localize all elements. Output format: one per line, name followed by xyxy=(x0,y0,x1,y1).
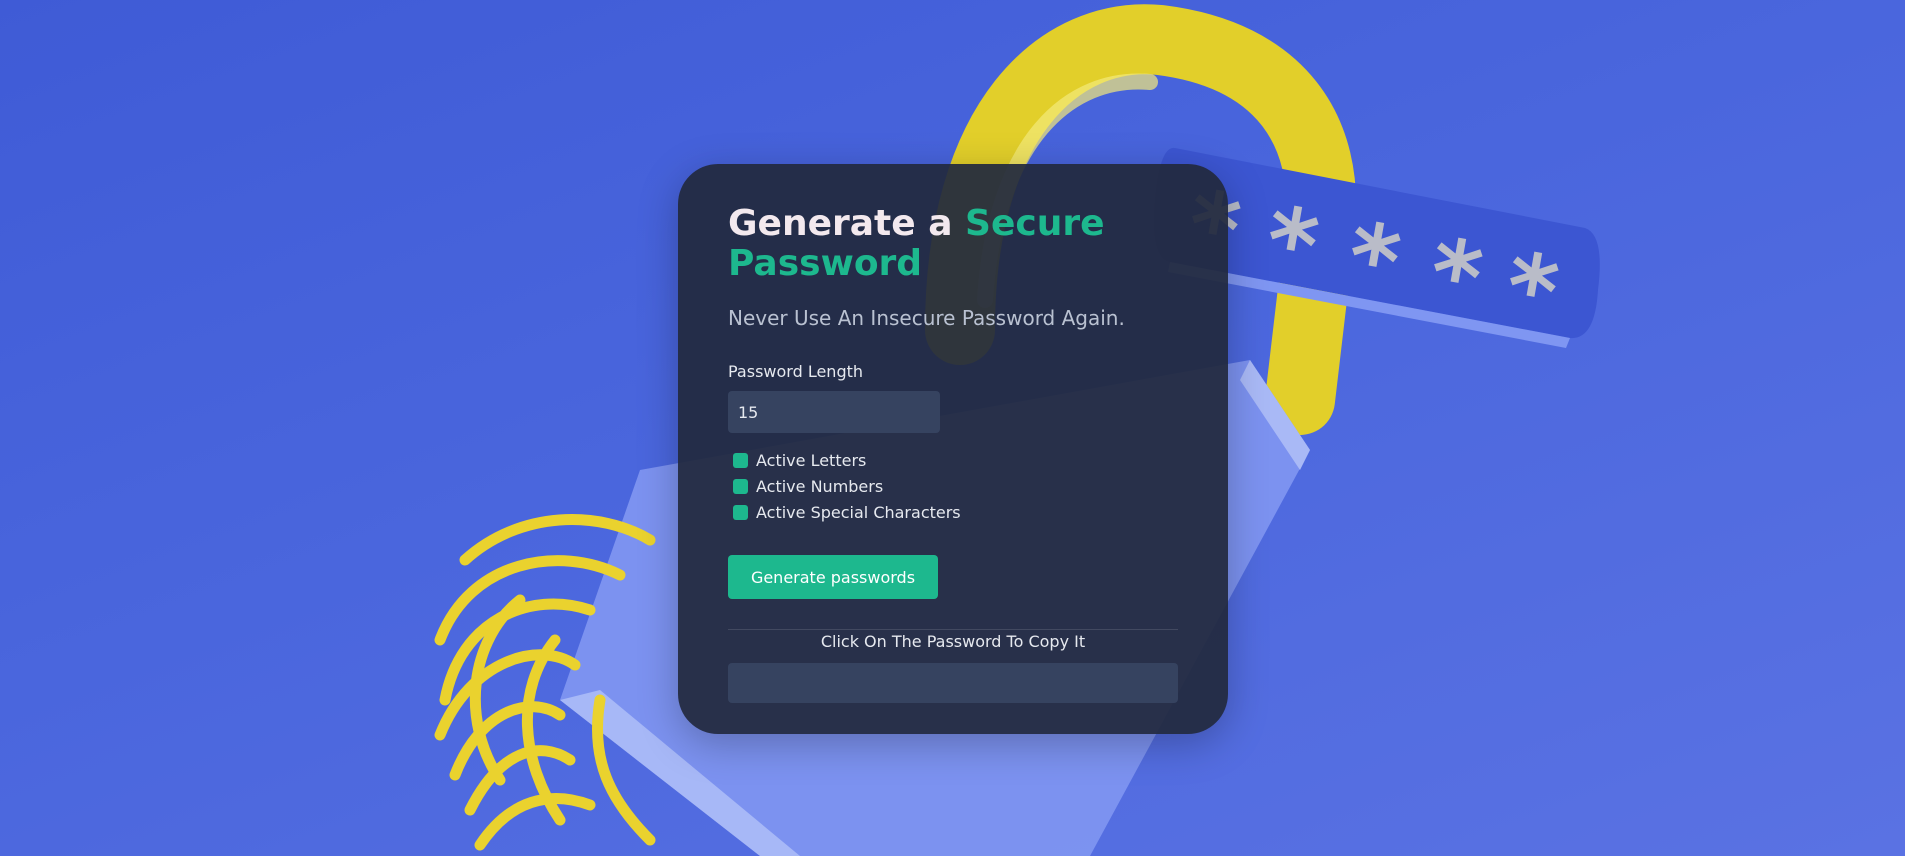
option-letters[interactable]: Active Letters xyxy=(728,447,1178,473)
letters-label: Active Letters xyxy=(756,450,867,470)
password-output-field[interactable] xyxy=(728,663,1178,703)
special-characters-checkbox[interactable] xyxy=(733,504,748,520)
title-text: Generate a xyxy=(728,203,966,244)
password-length-input[interactable] xyxy=(728,391,940,433)
subtitle: Never Use An Insecure Password Again. xyxy=(728,306,1125,330)
password-generator-card: Generate a Secure Password Never Use An … xyxy=(678,164,1228,734)
options-list: Active Letters Active Numbers Active Spe… xyxy=(728,447,1178,525)
generate-passwords-button[interactable]: Generate passwords xyxy=(728,555,938,599)
numbers-checkbox[interactable] xyxy=(733,478,748,494)
password-length-label: Password Length xyxy=(728,362,864,381)
option-special-characters[interactable]: Active Special Characters xyxy=(728,499,1178,525)
divider xyxy=(728,629,1178,630)
page-title: Generate a Secure Password xyxy=(728,204,1148,284)
special-characters-label: Active Special Characters xyxy=(756,502,961,522)
copy-hint-text: Click On The Password To Copy It xyxy=(820,632,1086,651)
option-numbers[interactable]: Active Numbers xyxy=(728,473,1178,499)
letters-checkbox[interactable] xyxy=(733,452,748,468)
numbers-label: Active Numbers xyxy=(756,476,884,496)
